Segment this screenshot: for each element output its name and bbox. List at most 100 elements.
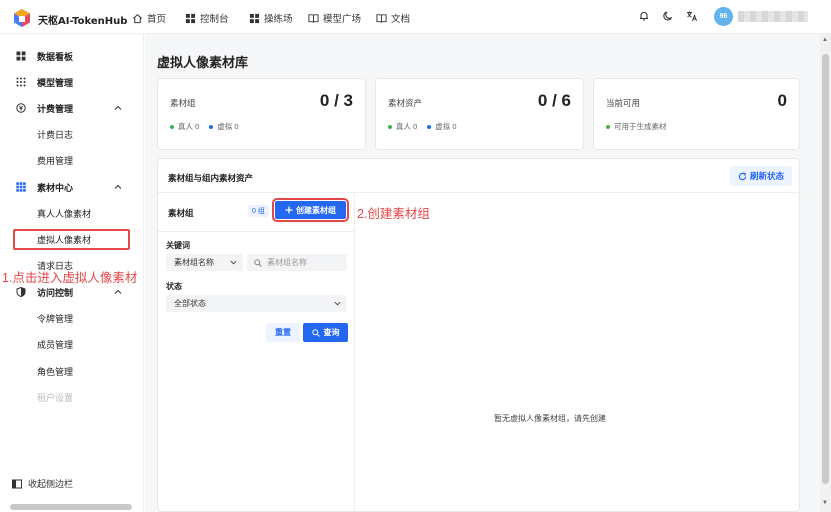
legend-real: 真人 0	[178, 122, 200, 131]
sidebar-item-label: 素材中心	[37, 182, 74, 193]
theme-moon-icon[interactable]	[662, 10, 674, 22]
nav-model-square[interactable]: 模型广场	[308, 11, 361, 25]
page-title: 虚拟人像素材库	[157, 55, 249, 70]
keyword-field-select[interactable]: 素材组名称	[166, 254, 243, 271]
reset-button[interactable]: 重置	[266, 323, 300, 342]
highlight-box	[13, 229, 130, 250]
sidebar-item-tenant-settings[interactable]: 租户设置	[0, 387, 144, 407]
translate-icon[interactable]	[686, 10, 698, 22]
refresh-status-label: 刷新状态	[749, 171, 784, 181]
nav-console[interactable]: 控制台	[185, 11, 229, 25]
sidebar-item-label: 模型管理	[37, 77, 74, 88]
sidebar-item-model-management[interactable]: 模型管理	[0, 72, 144, 92]
keyword-select-value: 素材组名称	[174, 258, 214, 267]
sidebar-toggle-icon	[12, 479, 22, 488]
nav-home-label: 首页	[147, 14, 167, 25]
main-content: 虚拟人像素材库 素材组 0 / 3 真人 0 虚拟 0 素材资产 0 / 6 真…	[145, 34, 820, 512]
sidebar-item-label: 真人人像素材	[37, 208, 92, 219]
sidebar-item-billing-log[interactable]: 计费日志	[0, 124, 144, 144]
nav-playground-label: 操练场	[264, 14, 293, 25]
status-select-value: 全部状态	[174, 299, 206, 308]
create-group-label: 创建素材组	[296, 205, 336, 215]
stat-card-value: 0	[777, 91, 787, 110]
legend-real: 真人 0	[396, 122, 418, 131]
horizontal-scrollbar[interactable]	[10, 504, 132, 510]
vertical-scrollbar-thumb[interactable]	[822, 54, 829, 484]
nav-playground[interactable]: 操练场	[249, 11, 293, 25]
sidebar-item-label: 租户设置	[37, 392, 74, 403]
stat-card-legend: 可用于生成素材	[606, 121, 667, 132]
sidebar-item-material-center[interactable]: 素材中心	[0, 177, 144, 197]
refresh-icon	[738, 171, 747, 180]
sidebar-item-label: 费用管理	[37, 155, 74, 166]
top-bar: 天枢AI-TokenHub 首页 控制台 操练场 模型广场 文档 96	[0, 0, 831, 34]
scroll-down-arrow-icon[interactable]: ▼	[822, 500, 828, 506]
chevron-down-icon	[230, 260, 237, 265]
search-icon	[254, 259, 262, 267]
scroll-up-arrow-icon[interactable]: ▲	[822, 37, 828, 43]
chevron-down-icon	[334, 301, 341, 306]
brand-name[interactable]: 天枢AI-TokenHub	[38, 12, 127, 27]
book-icon	[308, 13, 319, 23]
legend-dot-virtual	[209, 124, 214, 129]
user-avatar[interactable]: 96	[714, 7, 733, 26]
bell-icon[interactable]	[638, 10, 650, 22]
chevron-up-icon	[114, 105, 122, 110]
sidebar-item-member-management[interactable]: 成员管理	[0, 334, 144, 354]
legend-available: 可用于生成素材	[614, 122, 667, 131]
grid-icon	[16, 182, 26, 192]
divider	[158, 231, 355, 232]
query-button[interactable]: 查询	[303, 323, 348, 342]
sidebar-item-role-management[interactable]: 角色管理	[0, 361, 144, 381]
panel-header: 素材组与组内素材资产 刷新状态	[158, 159, 801, 193]
legend-dot-available	[606, 124, 610, 129]
empty-state-text: 暂无虚拟人像素材组，请先创建	[494, 414, 606, 423]
sidebar-item-cost-management[interactable]: 费用管理	[0, 150, 144, 170]
stat-card-legend: 真人 0 虚拟 0	[170, 121, 239, 132]
sidebar-item-label: 令牌管理	[37, 313, 74, 324]
query-button-label: 查询	[323, 328, 340, 337]
user-name-redacted[interactable]	[738, 11, 808, 22]
grid-icon	[249, 13, 260, 23]
legend-virtual: 虚拟 0	[217, 122, 239, 131]
sidebar-item-label: 计费日志	[37, 129, 74, 140]
sidebar-item-label: 数据看板	[37, 51, 74, 62]
sidebar-item-label: 计费管理	[37, 103, 74, 114]
stat-card-title: 当前可用	[606, 98, 641, 108]
sidebar-item-data-board[interactable]: 数据看板	[0, 46, 144, 66]
brand-logo-icon[interactable]	[12, 8, 32, 28]
chevron-up-icon	[114, 289, 122, 294]
create-group-button[interactable]: 创建素材组	[272, 198, 349, 222]
home-icon	[133, 13, 142, 23]
stat-card-title: 素材资产	[388, 98, 423, 108]
search-icon	[311, 328, 320, 337]
annotation-step-1: 1.点击进入虚拟人像素材	[2, 271, 138, 285]
nav-model-square-label: 模型广场	[323, 14, 362, 25]
group-count-badge: 0 组	[248, 205, 269, 217]
keyword-label: 关键词	[166, 241, 190, 250]
panel-title: 素材组与组内素材资产	[168, 173, 254, 183]
status-select[interactable]: 全部状态	[166, 295, 347, 312]
legend-virtual: 虚拟 0	[435, 122, 457, 131]
sidebar-item-token-management[interactable]: 令牌管理	[0, 308, 144, 328]
stat-card-available: 当前可用 0 可用于生成素材	[593, 78, 800, 150]
legend-dot-virtual	[427, 124, 432, 129]
refresh-status-button[interactable]: 刷新状态	[730, 166, 792, 186]
billing-icon	[16, 103, 26, 113]
annotation-step-2: 2.创建素材组	[357, 207, 430, 221]
collapse-sidebar-label: 收起侧边栏	[28, 479, 74, 489]
group-list-title: 素材组	[168, 208, 194, 218]
stat-card-value: 0 / 3	[319, 91, 353, 110]
sidebar-item-real-portrait[interactable]: 真人人像素材	[0, 203, 144, 223]
search-input[interactable]	[247, 254, 347, 271]
nav-home[interactable]: 首页	[132, 11, 166, 25]
stat-card-legend: 真人 0 虚拟 0	[388, 121, 457, 132]
status-label: 状态	[166, 282, 182, 291]
collapse-sidebar-button[interactable]: 收起侧边栏	[12, 477, 73, 490]
nav-console-label: 控制台	[200, 14, 229, 25]
shield-icon	[16, 287, 26, 297]
legend-dot-real	[388, 124, 392, 129]
stat-card-material-groups: 素材组 0 / 3 真人 0 虚拟 0	[157, 78, 366, 150]
nav-docs[interactable]: 文档	[376, 11, 410, 25]
sidebar-item-billing[interactable]: 计费管理	[0, 98, 144, 118]
